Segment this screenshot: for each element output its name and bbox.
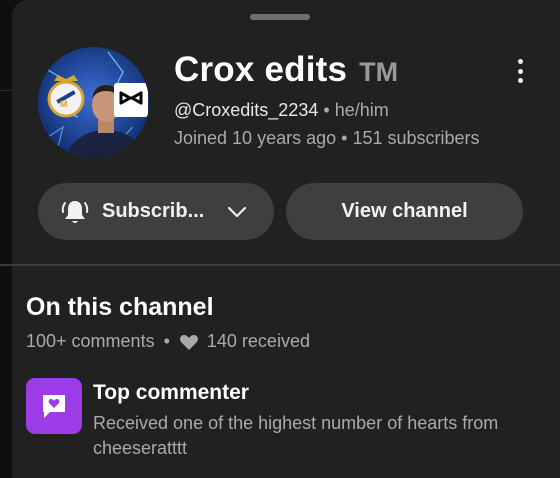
separator: • (163, 331, 170, 351)
channel-name: Crox edits (174, 50, 348, 89)
channel-avatar[interactable]: M (38, 47, 149, 158)
section-divider (0, 264, 560, 266)
section-title: On this channel (26, 293, 214, 321)
channel-meta: Joined 10 years ago • 151 subscribers (174, 128, 480, 149)
hearts-received: 140 received (206, 331, 310, 351)
channel-bottom-sheet: M Crox edits TM @Croxedits_2234 • he/him (12, 0, 560, 478)
separator: • (323, 100, 330, 120)
subscriber-count: 151 subscribers (352, 128, 480, 148)
heart-icon (179, 334, 198, 350)
pronouns: he/him (334, 100, 389, 120)
drag-handle[interactable] (250, 14, 310, 20)
subscribe-label: Subscrib... (102, 200, 205, 222)
trademark-mark: TM (359, 57, 399, 87)
comment-count: 100+ comments (26, 331, 155, 351)
channel-activity-stats: 100+ comments • 140 received (26, 331, 310, 352)
channel-handle[interactable]: @Croxedits_2234 (174, 100, 318, 120)
svg-text:M: M (60, 99, 68, 109)
chevron-down-icon (228, 206, 247, 217)
channel-handle-row: @Croxedits_2234 • he/him (174, 100, 389, 121)
view-channel-label: View channel (341, 200, 468, 222)
subscribed-button[interactable]: Subscrib... (38, 183, 274, 240)
bell-icon (61, 200, 89, 223)
view-channel-button[interactable]: View channel (286, 183, 523, 240)
capcut-logo-icon (114, 83, 148, 117)
separator: • (341, 128, 348, 148)
channel-title: Crox edits TM (174, 50, 398, 90)
more-options-icon[interactable] (510, 56, 530, 86)
badge-description: Received one of the highest number of he… (93, 413, 499, 458)
top-commenter-badge-icon (26, 378, 82, 434)
badge-title: Top commenter (93, 381, 249, 404)
joined-date: Joined 10 years ago (174, 128, 337, 148)
